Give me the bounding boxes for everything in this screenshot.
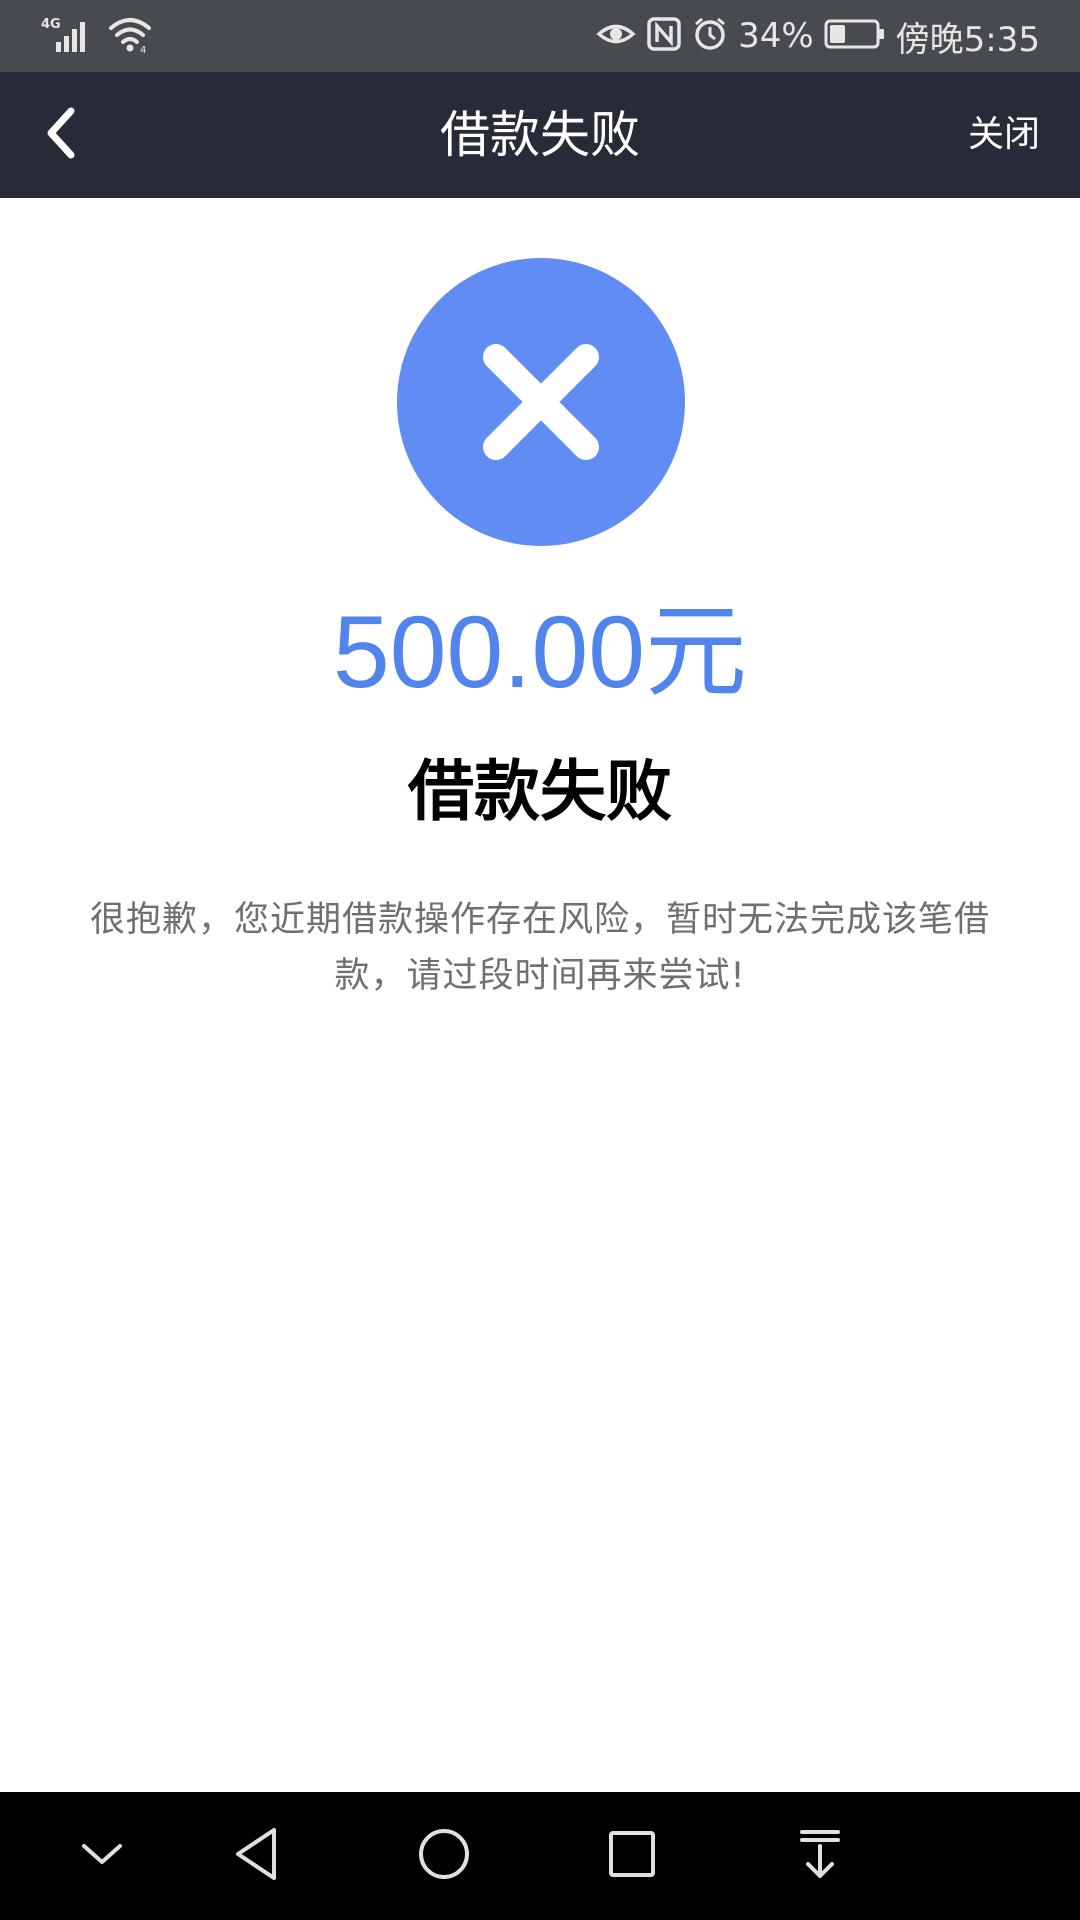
page-title: 借款失败	[440, 106, 640, 164]
system-home-button[interactable]	[406, 1818, 482, 1894]
wifi-icon: 4	[108, 14, 152, 58]
home-circle-icon	[416, 1826, 472, 1886]
signal-icon: 4G	[40, 14, 96, 58]
status-left-group: 4G 4	[40, 14, 152, 58]
clock-time: 傍晚5:35	[895, 19, 1040, 60]
system-navigation-bar	[0, 1792, 1080, 1920]
result-title: 借款失败	[408, 753, 672, 830]
network-type-label: 4G	[41, 17, 61, 32]
battery-percent: 34%	[738, 16, 814, 56]
system-recents-button[interactable]	[594, 1818, 670, 1894]
alarm-icon	[692, 16, 728, 56]
nfc-icon	[646, 16, 682, 56]
svg-text:4: 4	[140, 45, 146, 54]
navigation-bar: 借款失败 关闭	[0, 72, 1080, 198]
status-right-group: 34% 傍晚5:35	[596, 12, 1040, 60]
system-notifications-button[interactable]	[782, 1818, 858, 1894]
recents-square-icon	[606, 1828, 658, 1884]
system-back-button[interactable]	[218, 1818, 294, 1894]
eye-icon	[596, 16, 636, 56]
battery-icon	[824, 18, 886, 54]
close-circle-icon	[397, 258, 685, 546]
notifications-pull-icon	[796, 1826, 844, 1886]
status-bar: 4G 4 34% 傍晚5:35	[0, 0, 1080, 72]
hide-nav-icon	[78, 1834, 126, 1878]
close-button[interactable]: 关闭	[968, 72, 1040, 198]
loan-amount: 500.00元	[333, 595, 747, 709]
result-description: 很抱歉，您近期借款操作存在风险，暂时无法完成该笔借款，请过段时间再来尝试!	[89, 900, 990, 996]
hide-nav-button[interactable]	[64, 1818, 140, 1894]
back-triangle-icon	[228, 1824, 284, 1888]
